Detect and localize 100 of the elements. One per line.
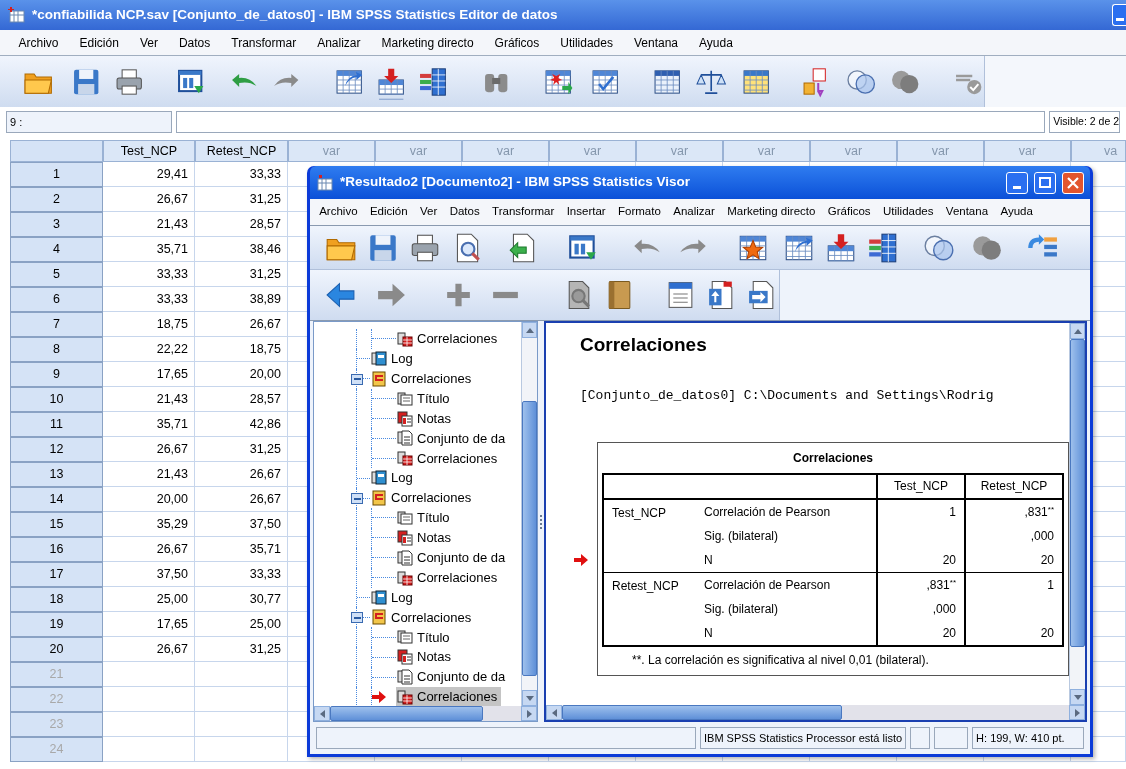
data-cell[interactable]: 22,22 (156, 339, 188, 359)
data-cell[interactable]: 26,67 (156, 189, 188, 209)
menu-item[interactable]: Transformar (220, 33, 307, 52)
data-cell[interactable]: 35,71 (156, 414, 188, 434)
row-number[interactable]: 8 (10, 337, 103, 362)
tree-item[interactable]: Título (396, 388, 454, 409)
tree-item[interactable]: Notas (396, 527, 455, 548)
data-cell[interactable]: 28,57 (249, 389, 281, 409)
data-cell[interactable]: 26,67 (156, 539, 188, 559)
data-cell[interactable]: 25,00 (156, 589, 188, 609)
tree-item[interactable]: Correlaciones (396, 448, 502, 469)
tree-item[interactable]: Correlaciones (370, 368, 476, 389)
row-number[interactable]: 13 (10, 462, 103, 487)
data-cell[interactable]: 18,75 (249, 339, 281, 359)
data-cell[interactable]: 21,43 (156, 389, 188, 409)
data-cell[interactable]: 30,77 (249, 589, 281, 609)
row-number[interactable]: 9 (10, 362, 103, 387)
data-cell[interactable]: 35,29 (156, 514, 188, 534)
menu-item[interactable]: Analizar (306, 33, 371, 52)
vertical-scrollbar[interactable] (1069, 323, 1085, 705)
menu-item[interactable]: Edición (69, 33, 130, 52)
menu-item[interactable]: Marketing directo (371, 33, 485, 52)
tree-item[interactable]: Correlaciones (370, 488, 476, 508)
data-cell[interactable]: 33,33 (249, 564, 281, 584)
tree-item[interactable]: Conjunto de da (396, 547, 510, 568)
row-number[interactable]: 19 (10, 612, 103, 637)
tree-item[interactable]: Correlaciones (370, 607, 476, 628)
menu-item[interactable]: Analizar (667, 203, 721, 221)
tree-item[interactable]: Conjunto de da (396, 667, 510, 688)
tree-item[interactable]: Log (370, 348, 417, 369)
row-number[interactable]: 12 (10, 437, 103, 462)
menu-item[interactable]: Archivo (8, 33, 69, 52)
data-cell[interactable]: 33,33 (156, 289, 188, 309)
vertical-scrollbar[interactable] (521, 322, 538, 706)
menu-item[interactable]: Datos (443, 203, 486, 221)
tree-item[interactable]: Correlaciones (396, 567, 502, 588)
data-cell[interactable]: 18,75 (156, 314, 188, 334)
tree-item[interactable]: Título (396, 627, 454, 648)
collapse-toggle[interactable] (351, 373, 363, 385)
menu-item[interactable]: Ayuda (688, 33, 744, 52)
row-number[interactable]: 10 (10, 387, 103, 412)
data-cell[interactable]: 28,57 (249, 214, 281, 234)
menu-item[interactable]: Formato (611, 203, 668, 221)
tree-item[interactable]: Log (370, 468, 417, 489)
row-number[interactable]: 17 (10, 562, 103, 587)
row-number[interactable]: 3 (10, 212, 103, 237)
menu-item[interactable]: Gráficos (484, 33, 550, 52)
menu-item[interactable]: Archivo (313, 203, 364, 221)
data-cell[interactable]: 26,67 (156, 439, 188, 459)
column-header[interactable]: Retest_NCP (195, 140, 288, 162)
row-number[interactable]: 14 (10, 487, 103, 512)
row-number[interactable]: 15 (10, 512, 103, 537)
row-number[interactable]: 5 (10, 262, 103, 287)
data-cell[interactable]: 31,25 (249, 264, 281, 284)
tree-item[interactable]: Correlaciones (396, 329, 502, 349)
row-number[interactable]: 6 (10, 287, 103, 312)
column-header[interactable]: Test_NCP (103, 140, 195, 162)
data-cell[interactable]: 25,00 (249, 614, 281, 634)
data-cell[interactable]: 33,33 (156, 264, 188, 284)
menu-item[interactable]: Ver (413, 203, 444, 221)
data-cell[interactable]: 31,25 (249, 639, 281, 659)
horizontal-scrollbar[interactable] (314, 706, 538, 721)
row-number[interactable]: 20 (10, 637, 103, 662)
menu-item[interactable]: Ayuda (994, 203, 1040, 221)
menu-item[interactable]: Ver (129, 33, 169, 52)
data-cell[interactable]: 21,43 (156, 464, 188, 484)
tree-item[interactable]: Notas (396, 647, 455, 668)
row-number[interactable]: 4 (10, 237, 103, 262)
row-number[interactable]: 11 (10, 412, 103, 437)
data-cell[interactable]: 37,50 (156, 564, 188, 584)
empty-cell[interactable] (195, 687, 288, 712)
menu-item[interactable]: Utilidades (549, 33, 624, 52)
tree-item[interactable]: Correlaciones (396, 687, 502, 706)
menu-item[interactable]: Utilidades (876, 203, 940, 221)
row-number[interactable]: 1 (10, 162, 103, 187)
tree-item[interactable]: Log (370, 587, 417, 608)
menu-item[interactable]: Datos (168, 33, 221, 52)
empty-cell[interactable] (195, 737, 288, 762)
data-cell[interactable]: 35,71 (249, 539, 281, 559)
maximize-button[interactable] (1034, 171, 1056, 194)
data-cell[interactable]: 35,71 (156, 239, 188, 259)
cell-editor-field[interactable] (176, 111, 1046, 133)
menu-item[interactable]: Gráficos (821, 203, 877, 221)
tree-item[interactable]: Notas (396, 408, 455, 429)
minimize-button[interactable] (1006, 171, 1028, 194)
data-cell[interactable]: 26,67 (156, 639, 188, 659)
collapse-toggle[interactable] (351, 493, 363, 505)
data-cell[interactable]: 17,65 (156, 364, 188, 384)
menu-item[interactable]: Ventana (939, 203, 995, 221)
horizontal-scrollbar[interactable] (546, 705, 1085, 720)
row-number[interactable]: 18 (10, 587, 103, 612)
data-cell[interactable]: 20,00 (156, 489, 188, 509)
data-cell[interactable]: 26,67 (249, 489, 281, 509)
collapse-toggle[interactable] (351, 612, 363, 624)
row-number[interactable]: 2 (10, 187, 103, 212)
data-cell[interactable]: 17,65 (156, 614, 188, 634)
data-cell[interactable]: 20,00 (249, 364, 281, 384)
data-cell[interactable]: 38,46 (249, 239, 281, 259)
row-number[interactable]: 7 (10, 312, 103, 337)
data-cell[interactable]: 21,43 (156, 214, 188, 234)
